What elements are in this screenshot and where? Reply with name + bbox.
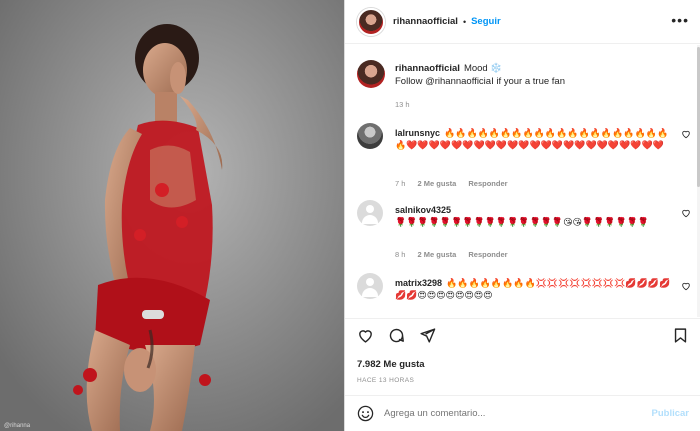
hand-face-shape (170, 62, 186, 94)
comment-username[interactable]: matrix3298 (395, 278, 442, 288)
rose-1 (155, 183, 169, 197)
post-header: rihannaofficiaI • Seguir ••• (345, 0, 700, 44)
rose-2 (176, 216, 188, 228)
rose-5 (199, 374, 211, 386)
comment-meta: 8 h 2 Me gusta Responder (395, 250, 518, 259)
caption-text-line2: Follow @rihannaofficiaI if your a true f… (395, 76, 565, 87)
comment-body: matrix3298 🔥🔥🔥🔥🔥🔥🔥🔥💢💢💢💢💢💢💢💢💋💋💋💋💋💋😍😍😍😍😍😍😍😍 (395, 277, 675, 301)
reply-button[interactable]: Responder (468, 179, 507, 188)
comment-body: salnikov4325 🌹🌹🌹🌹🌹🌹🌹🌹🌹🌹🌹🌹🌹🌹🌹😘😘🌹🌹🌹🌹🌹🌹 (395, 204, 675, 228)
comment-likes[interactable]: 2 Me gusta (418, 179, 457, 188)
dress-sheer-shape (150, 145, 196, 208)
comment-like-heart-icon[interactable] (681, 129, 691, 139)
comment-username[interactable]: lalrunsnyc (395, 128, 440, 138)
comment-time[interactable]: 7 h (395, 179, 405, 188)
photo-credit: @rihanna (4, 423, 31, 429)
post-actions: 7.982 Me gusta HACE 13 HORAS Publicar (345, 318, 700, 429)
more-options-icon[interactable]: ••• (671, 13, 689, 27)
caption-text-line1: Mood ❄️ (463, 63, 503, 74)
neck-shape (155, 92, 177, 122)
post-timestamp[interactable]: HACE 13 HORAS (357, 377, 414, 384)
comment-body: lalrunsnyc 🔥🔥🔥🔥🔥🔥🔥🔥🔥🔥🔥🔥🔥🔥🔥🔥🔥🔥🔥🔥🔥❤️❤️❤️❤️❤… (395, 127, 675, 151)
emoji-smile-icon[interactable] (357, 405, 374, 422)
comment-meta: 7 h 2 Me gusta Responder (395, 179, 518, 188)
photo-illustration (0, 0, 344, 431)
comment-avatar[interactable] (357, 273, 383, 299)
comment-avatar[interactable] (357, 200, 383, 226)
rose-6 (73, 385, 83, 395)
comment-item: matrix3298 🔥🔥🔥🔥🔥🔥🔥🔥💢💢💢💢💢💢💢💢💋💋💋💋💋💋😍😍😍😍😍😍😍😍 (357, 273, 693, 313)
post-photo[interactable]: @rihanna (0, 0, 344, 431)
comment-item: salnikov4325 🌹🌹🌹🌹🌹🌹🌹🌹🌹🌹🌹🌹🌹🌹🌹😘😘🌹🌹🌹🌹🌹🌹 8 h… (357, 200, 693, 260)
comment-likes[interactable]: 2 Me gusta (418, 250, 457, 259)
comment-time[interactable]: 8 h (395, 250, 405, 259)
caption-avatar[interactable] (357, 60, 385, 88)
comment-like-heart-icon[interactable] (681, 208, 691, 218)
follow-button[interactable]: Seguir (471, 16, 501, 27)
reply-button[interactable]: Responder (468, 250, 507, 259)
caption-time[interactable]: 13 h (395, 100, 410, 109)
caption-meta: 13 h (395, 100, 420, 109)
comment-text: 🌹🌹🌹🌹🌹🌹🌹🌹🌹🌹🌹🌹🌹🌹🌹😘😘🌹🌹🌹🌹🌹🌹 (395, 217, 650, 227)
header-separator: • (462, 16, 467, 27)
bracelet-shape (142, 310, 164, 319)
post-side-panel: rihannaofficiaI • Seguir ••• rihannaoffi… (344, 0, 700, 431)
author-avatar[interactable] (357, 7, 385, 36)
add-comment-bar: Publicar (345, 395, 700, 430)
rose-4 (83, 368, 97, 382)
author-username[interactable]: rihannaofficiaI (393, 16, 458, 27)
caption-username[interactable]: rihannaofficiaI (395, 63, 460, 74)
caption-body: rihannaofficiaI Mood ❄️ Follow @rihannaof… (395, 62, 675, 88)
caption-item: rihannaofficiaI Mood ❄️ Follow @rihannaof… (357, 60, 693, 120)
likes-count[interactable]: 7.982 Me gusta (357, 359, 425, 370)
save-bookmark-icon[interactable] (672, 327, 689, 344)
comment-username[interactable]: salnikov4325 (395, 205, 451, 215)
publish-button[interactable]: Publicar (652, 408, 690, 419)
comments-list[interactable]: rihannaofficiaI Mood ❄️ Follow @rihannaof… (345, 45, 700, 317)
comment-input[interactable] (384, 407, 652, 419)
action-icons (357, 327, 436, 347)
comment-bubble-icon[interactable] (388, 327, 405, 344)
comment-like-heart-icon[interactable] (681, 281, 691, 291)
share-paper-plane-icon[interactable] (419, 327, 436, 344)
like-heart-icon[interactable] (357, 327, 374, 344)
instagram-post: @rihanna rihannaofficiaI • Seguir ••• ri… (0, 0, 700, 431)
comment-avatar[interactable] (357, 123, 383, 149)
comment-item: lalrunsnyc 🔥🔥🔥🔥🔥🔥🔥🔥🔥🔥🔥🔥🔥🔥🔥🔥🔥🔥🔥🔥🔥❤️❤️❤️❤️❤… (357, 123, 693, 193)
rose-3 (134, 229, 146, 241)
